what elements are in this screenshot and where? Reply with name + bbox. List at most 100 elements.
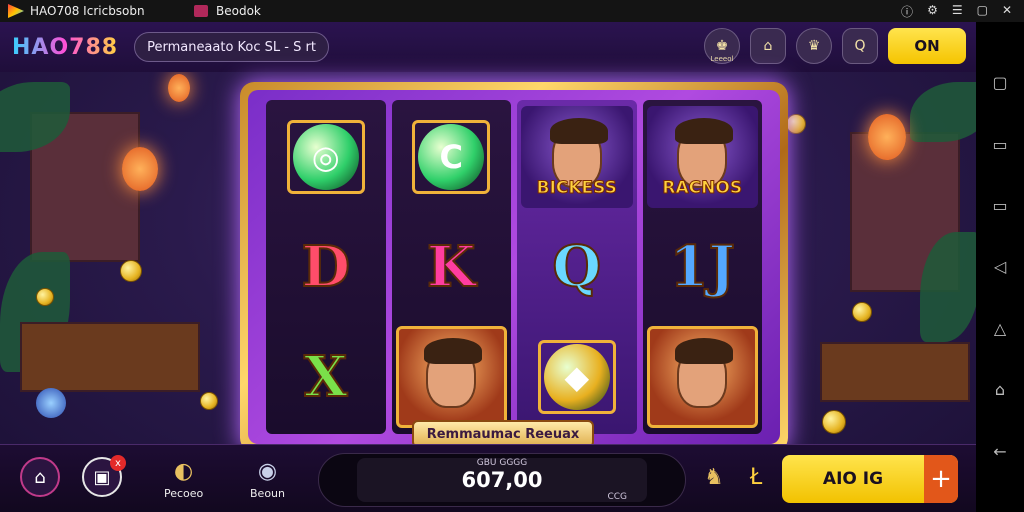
pecoeo-button[interactable]: ◐ Pecoeo: [164, 455, 204, 501]
balance-subtext: CCG: [607, 492, 627, 502]
close-icon[interactable]: ✕: [1002, 3, 1012, 20]
beoun-button[interactable]: ◉ Beoun: [250, 455, 285, 501]
coin-icon: [120, 260, 142, 282]
character-symbol: BICKESS: [521, 104, 633, 210]
app-title: HAO708 Icricbsobn: [30, 4, 145, 18]
rotate-icon[interactable]: △: [994, 319, 1006, 338]
bag-button[interactable]: ▣ x: [82, 455, 126, 497]
brand-logo: HAO788: [12, 34, 119, 60]
volume-icon[interactable]: ◁: [994, 257, 1006, 276]
gem-icon: ◎: [292, 124, 359, 190]
home-icon[interactable]: ⌂: [995, 380, 1005, 399]
orb-icon: [36, 388, 66, 418]
pecoeo-label: Pecoeo: [164, 487, 204, 500]
home-nav-button[interactable]: ⌂: [20, 457, 60, 497]
symbol-label: BICKESS: [536, 178, 617, 199]
header-actions: ♚ Leeeol ⌂ ♛ Q ON: [704, 28, 966, 64]
character-portrait: [395, 326, 507, 428]
symbol-letter: Q: [551, 234, 602, 300]
gift-icon: ♚: [715, 38, 729, 54]
letter-symbol: K: [396, 214, 508, 320]
gem-frame: ◎: [286, 120, 365, 194]
coin-icon: [822, 410, 846, 434]
crown-button[interactable]: ♛: [796, 28, 832, 64]
game-title: Permaneaato Koc SL - S rt: [134, 32, 329, 62]
window-controls: ⓘ ⚙ ☰ ▢ ✕: [901, 3, 1024, 20]
character-symbol: [395, 324, 507, 430]
turbo-button[interactable]: Ł: [740, 461, 772, 493]
gift-label: Leeeol: [710, 55, 734, 63]
reel-window: ◎ D X C K BICKESS Q ◆ RACNOS 1J: [248, 90, 780, 444]
palm-leaf: [910, 82, 976, 142]
coin-stack-icon: ◐: [174, 458, 194, 484]
on-button[interactable]: ON: [888, 28, 966, 64]
gem-symbol: ◆: [521, 324, 633, 430]
app-title-area: HAO708 Icricbsobn: [0, 4, 180, 18]
minimize-icon[interactable]: ▭: [992, 196, 1007, 215]
search-button[interactable]: Q: [842, 28, 878, 64]
slot-machine-frame: ◎ D X C K BICKESS Q ◆ RACNOS 1J: [240, 82, 788, 452]
app-logo-icon: [8, 4, 24, 18]
wooden-crate: [20, 322, 200, 392]
chip-icon: ◉: [257, 458, 278, 484]
home-button[interactable]: ⌂: [750, 28, 786, 64]
menu-icon[interactable]: ☰: [952, 3, 963, 20]
wooden-crate: [820, 342, 970, 402]
lantern-icon: [122, 147, 158, 191]
character-symbol: [646, 324, 758, 430]
symbol-label: RACNOS: [662, 178, 743, 199]
character-symbol: RACNOS: [646, 104, 758, 210]
gift-button[interactable]: ♚ Leeeol: [704, 28, 740, 64]
gem-icon: ◆: [543, 344, 610, 410]
tab-favicon-icon: [194, 5, 208, 17]
gem-symbol: C: [396, 104, 508, 210]
coin-icon: [200, 392, 218, 410]
letter-symbol: 1J: [647, 214, 759, 320]
device-sidebar: ▢ ▭ ▭ ◁ △ ⌂ ←: [976, 22, 1024, 512]
tab-title: Beodok: [216, 4, 261, 18]
search-icon: Q: [854, 38, 866, 54]
lantern-icon: [168, 74, 190, 102]
character-portrait: RACNOS: [646, 106, 758, 208]
settings-icon[interactable]: ⚙: [927, 3, 938, 20]
coin-icon: [786, 114, 806, 134]
auto-button[interactable]: ♞: [698, 461, 730, 493]
bag-icon: ▣ x: [82, 455, 126, 497]
increase-bet-button[interactable]: +: [924, 455, 958, 503]
maximize-icon[interactable]: ▢: [977, 3, 988, 20]
home-icon: ⌂: [763, 38, 773, 54]
face-icon: [675, 338, 734, 408]
symbol-letter: K: [426, 234, 477, 300]
game-area: HAO788 Permaneaato Koc SL - S rt ♚ Leeeo…: [0, 22, 976, 512]
coin-icon: [36, 288, 54, 306]
spin-label: AIO IG: [822, 469, 884, 489]
reel-column: CK: [391, 100, 511, 434]
coin-icon: [852, 302, 872, 322]
letter-symbol: Q: [521, 214, 633, 320]
turbo-icon: Ł: [749, 464, 763, 490]
bottom-controls: ⌂ ▣ x ◐ Pecoeo ◉ Beoun GBU GGGG 607,00 CC…: [0, 444, 976, 512]
gem-icon: C: [418, 124, 485, 190]
symbol-letter: D: [300, 234, 351, 300]
horse-icon: ♞: [704, 464, 724, 490]
chat-icon[interactable]: ▢: [992, 73, 1007, 92]
balance-value: 607,00: [461, 468, 543, 492]
window-icon[interactable]: ▭: [992, 135, 1007, 154]
browser-tab[interactable]: Beodok: [194, 4, 261, 18]
character-portrait: BICKESS: [521, 106, 633, 208]
back-icon[interactable]: ←: [993, 442, 1006, 461]
beoun-label: Beoun: [250, 487, 285, 500]
notification-badge: x: [110, 455, 126, 471]
crown-icon: ♛: [807, 38, 821, 54]
gem-frame: C: [412, 120, 491, 194]
reel-column: ◎ D X: [266, 100, 386, 434]
gem-frame: ◆: [537, 340, 616, 414]
reels: ◎ D X C K BICKESS Q ◆ RACNOS 1J: [266, 100, 762, 434]
lantern-icon: [868, 114, 906, 160]
gem-symbol: ◎: [270, 104, 382, 210]
spin-button[interactable]: AIO IG +: [782, 455, 958, 503]
game-header: HAO788 Permaneaato Koc SL - S rt ♚ Leeeo…: [0, 22, 976, 72]
info-icon[interactable]: ⓘ: [901, 3, 913, 20]
balance-box: GBU GGGG 607,00 CCG: [357, 458, 647, 502]
character-portrait: [646, 326, 758, 428]
